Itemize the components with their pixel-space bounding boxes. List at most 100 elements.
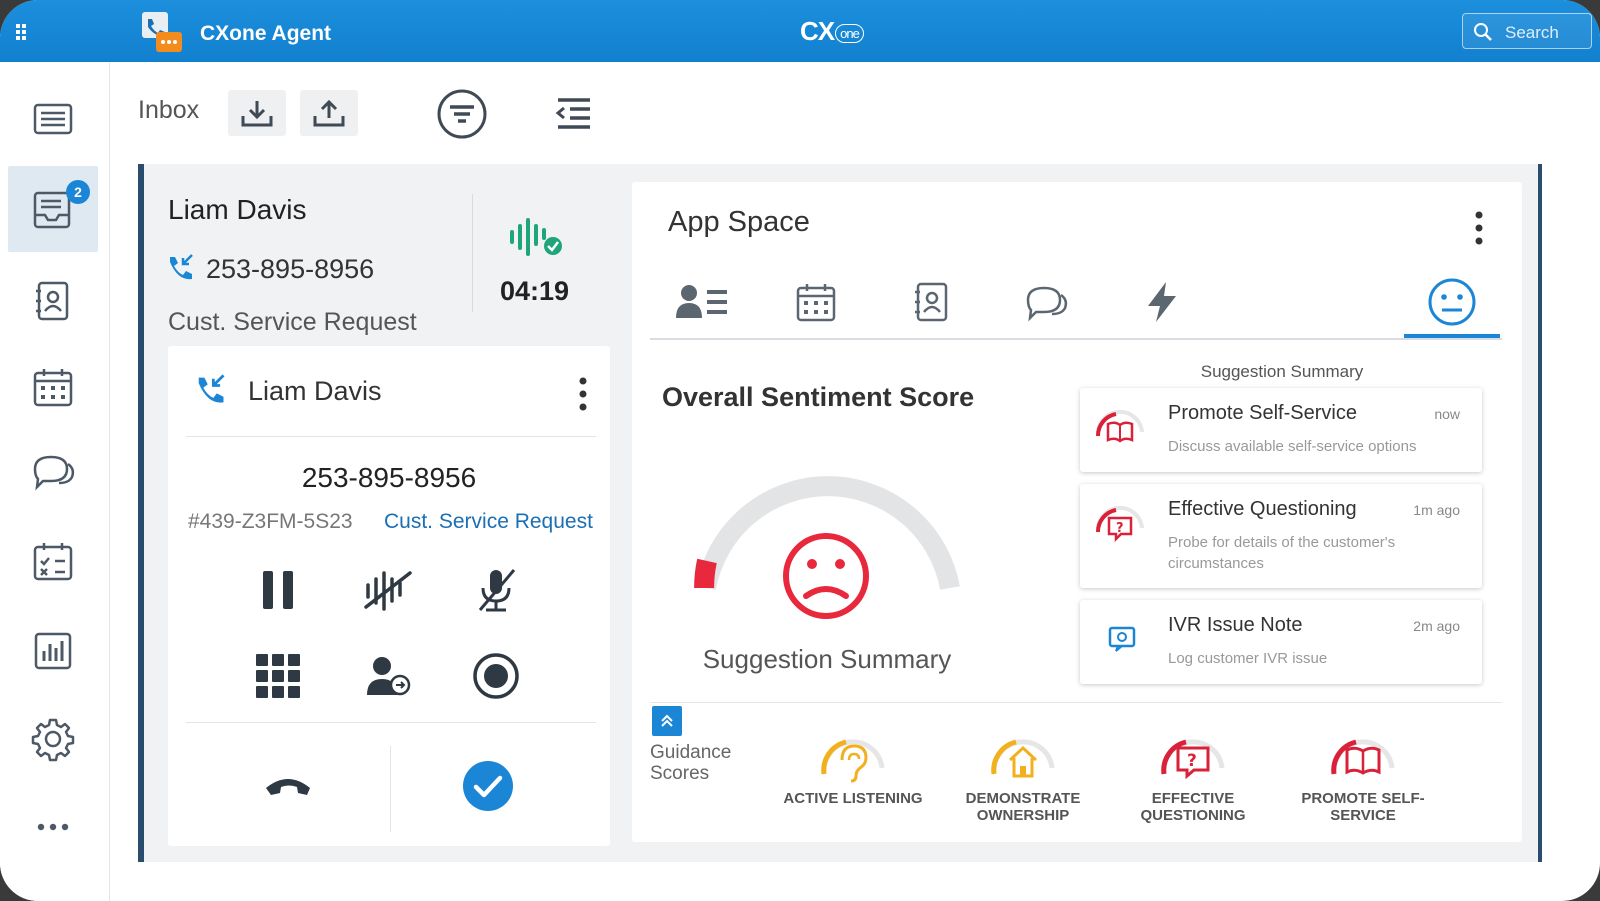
- call-timer: 04:19: [500, 276, 570, 306]
- suggestion-summary-header: Suggestion Summary: [1200, 362, 1364, 381]
- download-button[interactable]: [228, 90, 286, 136]
- contact-id: #439-Z3FM-5S23: [188, 510, 353, 533]
- nav-schedule[interactable]: [8, 518, 98, 604]
- score-demonstrate-ownership[interactable]: DEMONSTRATE OWNERSHIP: [938, 728, 1108, 838]
- left-nav: 2: [0, 62, 110, 901]
- nav-menu[interactable]: [8, 76, 98, 162]
- upload-icon: [313, 99, 345, 127]
- ear-icon: [821, 739, 885, 783]
- nav-contacts[interactable]: [8, 258, 98, 344]
- hang-up-button[interactable]: [258, 756, 318, 816]
- app-grid-icon[interactable]: [14, 22, 34, 42]
- kebab-menu-icon[interactable]: [1472, 208, 1486, 248]
- score-active-listening[interactable]: ACTIVE LISTENING: [768, 728, 938, 838]
- sentiment-title: Overall Sentiment Score: [662, 382, 975, 412]
- nav-inbox[interactable]: 2: [8, 166, 98, 252]
- audio-muted-icon: [364, 571, 412, 611]
- guidance-collapse-button[interactable]: [652, 706, 682, 736]
- tab-contacts[interactable]: [884, 266, 980, 338]
- customer-card-icon: [676, 285, 727, 318]
- search-icon: [1474, 23, 1492, 41]
- contact-phone: 253-895-8956: [206, 254, 375, 284]
- open-book-icon: [1331, 739, 1395, 775]
- tab-quick-actions[interactable]: [1114, 266, 1210, 338]
- incoming-call-icon: [198, 374, 225, 403]
- brand-logo: CX one: [800, 16, 864, 47]
- call-card: Liam Davis 253-895-8956 #439-Z3FM-5S23 C…: [168, 346, 610, 846]
- active-tab-indicator: [1404, 334, 1500, 338]
- app-title: CXone Agent: [200, 22, 332, 45]
- sentiment-face-icon: [1428, 278, 1476, 326]
- contact-book-icon: [36, 281, 69, 321]
- suggestion-description: Log customer IVR issue: [1168, 650, 1328, 667]
- hang-up-icon: [266, 779, 310, 795]
- suggestion-description: Probe for details of the customer's circ…: [1168, 534, 1396, 572]
- contact-header: Liam Davis 253-895-8956 Cust. Service Re…: [144, 170, 614, 340]
- suggestion-time: 1m ago: [1413, 502, 1460, 518]
- suggestion-card[interactable]: IVR Issue Note 2m ago Log customer IVR i…: [1080, 600, 1482, 684]
- call-card-reason[interactable]: Cust. Service Request: [384, 510, 593, 534]
- agent-logo-icon: [142, 12, 182, 52]
- incoming-call-icon: [170, 254, 193, 280]
- suggestion-description: Discuss available self-service options: [1168, 438, 1417, 455]
- inbox-badge: 2: [66, 180, 90, 204]
- kebab-menu-icon[interactable]: [576, 374, 590, 414]
- nav-settings[interactable]: [8, 696, 98, 782]
- mic-muted-icon: [478, 569, 516, 612]
- suggestion-title: IVR Issue Note: [1168, 614, 1303, 636]
- note-icon: [1108, 626, 1136, 652]
- call-card-name: Liam Davis: [248, 376, 382, 406]
- nav-chat[interactable]: [8, 428, 98, 514]
- gauge-caption: Suggestion Summary: [702, 644, 952, 674]
- score-effective-questioning[interactable]: ? EFFECTIVE QUESTIONING: [1108, 728, 1278, 838]
- calendar-icon: [796, 284, 836, 322]
- brand-text: CX: [800, 16, 835, 46]
- suggestion-card[interactable]: Promote Self-Service now Discuss availab…: [1080, 388, 1482, 472]
- inbox-toolbar: Inbox: [110, 62, 1600, 158]
- filter-icon[interactable]: [436, 88, 488, 140]
- tab-sentiment[interactable]: [1404, 266, 1500, 338]
- mute-mic-button[interactable]: [466, 560, 526, 620]
- download-icon: [241, 101, 273, 127]
- question-bubble-icon: ?: [1161, 739, 1225, 780]
- gear-icon: [31, 718, 75, 762]
- questioning-score-icon: ?: [1095, 505, 1144, 543]
- sentiment-gauge: [694, 476, 960, 619]
- collapse-list-icon[interactable]: [554, 96, 594, 132]
- pause-icon: [263, 571, 293, 609]
- guidance-scores-label: Guidance Scores: [650, 742, 732, 784]
- tab-chat[interactable]: [998, 266, 1094, 338]
- nav-more[interactable]: [8, 784, 98, 870]
- mute-audio-button[interactable]: [358, 560, 418, 620]
- hold-button[interactable]: [248, 560, 308, 620]
- chat-bubbles-icon: [1026, 286, 1068, 322]
- tab-calendar[interactable]: [768, 266, 864, 338]
- chevron-up-icon: [661, 714, 673, 727]
- nav-reports[interactable]: [8, 608, 98, 694]
- self-service-score-icon: [1095, 409, 1144, 443]
- svg-text:?: ?: [1187, 751, 1197, 771]
- score-promote-self-service[interactable]: PROMOTE SELF-SERVICE: [1278, 728, 1448, 838]
- search-placeholder: Search: [1505, 23, 1559, 42]
- sentiment-gauge-fill: [694, 558, 717, 589]
- nav-calendar[interactable]: [8, 344, 98, 430]
- record-icon: [473, 653, 519, 699]
- brand-suffix: one: [835, 23, 864, 43]
- record-button[interactable]: [466, 646, 526, 706]
- tab-customer-card[interactable]: [654, 266, 750, 338]
- checkmark-icon: [463, 761, 513, 811]
- suggestion-card[interactable]: ? Effective Questioning 1m ago Probe for…: [1080, 484, 1482, 588]
- divider: [186, 436, 596, 437]
- keypad-button[interactable]: [248, 646, 308, 706]
- complete-button[interactable]: [458, 756, 518, 816]
- search-box[interactable]: Search: [1462, 13, 1592, 49]
- suggestion-time: now: [1434, 406, 1460, 422]
- transfer-button[interactable]: [358, 646, 418, 706]
- house-icon: [991, 739, 1055, 778]
- contact-name: Liam Davis: [168, 194, 307, 225]
- contact-reason: Cust. Service Request: [168, 308, 417, 336]
- contact-book-icon: [915, 282, 948, 322]
- bar-chart-icon: [34, 632, 72, 670]
- upload-button[interactable]: [300, 90, 358, 136]
- transfer-agent-icon: [367, 657, 411, 696]
